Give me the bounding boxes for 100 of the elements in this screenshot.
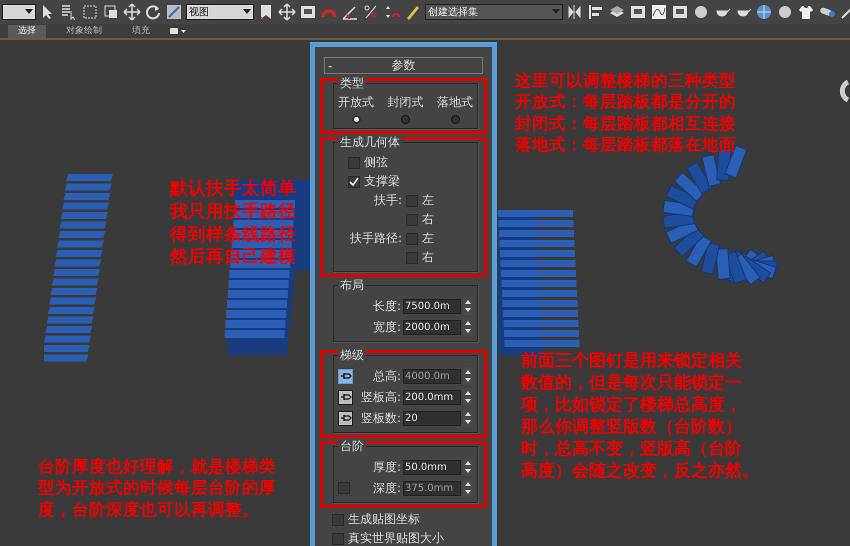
checkbox-label: 左 — [422, 230, 434, 247]
annotation-text: 开放式：每层踏板都是分开的 — [515, 91, 736, 113]
field-label: 竖板数: — [360, 410, 401, 426]
field-label: 长度: — [372, 298, 401, 314]
checkbox-label: 左 — [422, 192, 434, 209]
checkbox-label: 右 — [422, 211, 434, 228]
number-field[interactable]: 20 — [403, 410, 461, 426]
group-title: 布局 — [338, 278, 366, 292]
pin-icon — [340, 371, 352, 381]
number-field[interactable]: 7500.0m — [403, 298, 461, 314]
annotation-text: 时，总高不变，竖版高（台阶 — [521, 438, 742, 460]
group-title: 梯级 — [338, 348, 366, 362]
checkbox-label: 支撑梁 — [364, 173, 400, 190]
annotation-text: 得到样条线路径 — [170, 224, 296, 246]
annotation-text: 型为开放式的时候每层台阶的厚 — [38, 477, 276, 499]
ribbon-tab[interactable]: 对象绘制 — [56, 24, 112, 38]
sphere-icon[interactable] — [776, 3, 794, 21]
selection-set-dropdown[interactable]: 创建选择集 — [425, 4, 563, 20]
pin-button[interactable] — [338, 390, 353, 404]
collapse-toggle[interactable]: - — [328, 58, 340, 72]
shirt-icon[interactable] — [797, 3, 815, 21]
annotation-text: 我只用扶手路径 — [170, 200, 296, 224]
frame-icon[interactable] — [299, 3, 317, 21]
number-field[interactable]: 200.0mm — [403, 390, 461, 404]
spinner-arrows-icon[interactable] — [463, 297, 473, 315]
checkbox-label: 真实世界贴图大小 — [348, 530, 444, 546]
checkbox-label: 生成贴图坐标 — [348, 511, 420, 528]
rotate-icon[interactable] — [144, 3, 162, 21]
annotation-text: 默认扶手太简单 — [170, 178, 296, 201]
field-label: 扶手路径: — [350, 231, 402, 245]
rollout-title: 参数 — [390, 57, 416, 74]
annotation-text: 前面三个图钉是用来锁定相关 — [521, 350, 742, 372]
sphere-icon[interactable] — [692, 3, 710, 21]
group-title: 类型 — [338, 76, 366, 90]
checkbox[interactable] — [348, 176, 360, 188]
checkbox[interactable] — [406, 214, 418, 226]
caret-icon — [25, 9, 33, 15]
group-title: 台阶 — [338, 439, 366, 453]
field-label: 厚度: — [372, 458, 401, 476]
graph-icon[interactable] — [650, 3, 668, 21]
annotation-text: 台阶厚度也好理解，就是楼梯类 — [38, 456, 276, 478]
pin-button[interactable] — [338, 410, 353, 426]
scale-icon[interactable] — [165, 3, 183, 21]
rect-icon[interactable] — [81, 3, 99, 21]
annotation-text: 项，比如锁定了楼梯总高度， — [521, 394, 742, 416]
radio-label: 开放式 — [338, 94, 374, 111]
annotation-text: 那么你调整竖版数（台阶数） — [521, 416, 742, 438]
checkbox[interactable] — [332, 532, 344, 544]
field-label: 竖板高: — [360, 388, 401, 406]
spinner-arrows-icon[interactable] — [463, 388, 473, 406]
rollout-header[interactable]: - 参数 — [324, 57, 483, 74]
ribbon-tab[interactable]: 填充 — [122, 24, 160, 38]
checkbox[interactable] — [348, 156, 360, 168]
checkbox[interactable] — [406, 232, 418, 244]
list-icon[interactable] — [60, 3, 78, 21]
checkbox[interactable] — [406, 194, 418, 206]
radio-button[interactable] — [401, 115, 410, 124]
checkbox-label: 侧弦 — [364, 154, 388, 171]
annotation-text: 封闭式：每层踏板都相互连接 — [515, 112, 736, 134]
move-icon[interactable] — [123, 3, 141, 21]
caret-icon — [552, 9, 560, 15]
options-dropdown-icon[interactable] — [170, 27, 186, 35]
frame-icon[interactable] — [671, 3, 689, 21]
radio-button[interactable] — [450, 115, 460, 124]
radio-button[interactable] — [352, 115, 360, 124]
field-label: 总高: — [372, 368, 401, 384]
spinner-arrows-icon[interactable] — [463, 458, 473, 476]
dropdown[interactable] — [2, 4, 36, 20]
edit-icon[interactable] — [404, 3, 422, 21]
ribbon-tab[interactable]: 选择 — [8, 24, 46, 38]
number-field[interactable]: 50.0mm — [403, 460, 461, 474]
spinner-arrows-icon[interactable] — [463, 318, 473, 336]
annotation-text: 高度）会随之改变，反之亦然。 — [521, 460, 759, 483]
frame-icon[interactable] — [629, 3, 647, 21]
pin-icon — [340, 392, 352, 402]
annotation-text: 落地式：每层踏板都落在地面 — [515, 134, 736, 156]
field-label: 扶手: — [374, 193, 402, 207]
number-field[interactable]: 2000.0m — [403, 320, 461, 334]
field-label: 深度: — [372, 480, 401, 496]
group-title: 生成几何体 — [338, 135, 402, 149]
annotation-text: 数值的，但是每次只能锁定一 — [521, 372, 742, 394]
checkbox-label: 右 — [422, 249, 434, 266]
annotation-text: 度，台阶深度也可以再调整。 — [38, 498, 259, 520]
checkbox[interactable] — [332, 514, 344, 526]
globe-icon[interactable] — [755, 3, 773, 21]
annotation-text: 这里可以调整楼梯的三种类型 — [515, 70, 736, 92]
spinner-arrows-icon[interactable] — [463, 409, 473, 427]
checkbox[interactable] — [406, 252, 418, 264]
window-icon[interactable] — [102, 3, 120, 21]
pin-icon — [340, 413, 352, 423]
caret-icon — [243, 9, 251, 15]
view-dropdown[interactable]: 视图 — [186, 4, 254, 20]
radio-label: 封闭式 — [388, 94, 424, 111]
annotation-text: 然后再自己建模 — [170, 246, 296, 269]
spinner-arrows-icon[interactable] — [463, 479, 473, 497]
align-icon[interactable] — [587, 3, 605, 21]
move-icon[interactable] — [278, 3, 296, 21]
field-label: 宽度: — [372, 318, 401, 336]
spinner-arrows-icon[interactable] — [463, 367, 473, 385]
radio-label: 落地式 — [437, 94, 473, 111]
